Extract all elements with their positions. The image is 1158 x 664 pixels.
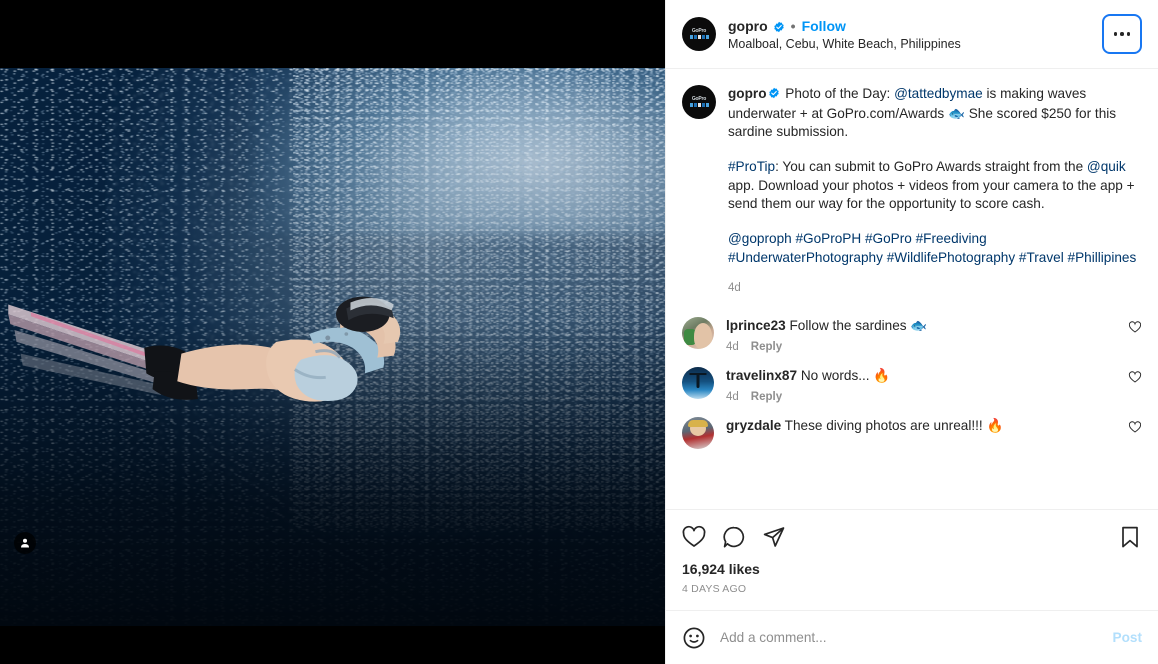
comment-meta: 4d Reply	[726, 391, 1120, 403]
gopro-avatar[interactable]: GoPro	[682, 17, 716, 51]
caption-hashtag-protip[interactable]: #ProTip	[728, 159, 775, 174]
gopro-logo-icon: GoPro	[682, 17, 716, 51]
caption-author-username[interactable]: gopro	[728, 86, 767, 101]
caption-text-d: : You can submit to GoPro Awards straigh…	[775, 159, 1087, 174]
comment-like-button[interactable]	[1128, 420, 1142, 434]
caption-paragraph-3: @goproph #GoProPH #GoPro #Freediving #Un…	[728, 230, 1142, 267]
more-options-button[interactable]	[1102, 14, 1142, 54]
comment-message: These diving photos are unreal!!! 🔥	[781, 418, 1004, 433]
caption-paragraph-1: gopro Photo of the Day: @tattedbymae is …	[728, 85, 1142, 142]
travelinx87-avatar[interactable]	[682, 367, 714, 399]
comment-text: lprince23 Follow the sardines 🐟	[726, 317, 1120, 335]
caption-mention-tattedbymae[interactable]: @tattedbymae	[894, 86, 983, 101]
comment-username[interactable]: lprince23	[726, 318, 786, 333]
post-author-username[interactable]: gopro	[728, 17, 768, 35]
post-header-identity: gopro • Follow	[728, 17, 1102, 35]
caption-paragraph-2: #ProTip: You can submit to GoPro Awards …	[728, 158, 1142, 214]
save-button[interactable]	[1118, 525, 1142, 549]
comment-body: travelinx87 No words... 🔥 4d Reply	[726, 367, 1128, 403]
comment-message: Follow the sardines 🐟	[785, 318, 928, 333]
comment-timestamp: 4d	[726, 341, 739, 353]
caption-text-a: Photo of the Day:	[781, 86, 895, 101]
caption-timestamp: 4d	[728, 282, 741, 294]
emoji-picker-button[interactable]	[682, 626, 706, 650]
comment-username[interactable]: gryzdale	[726, 418, 781, 433]
gopro-logo-icon: GoPro	[682, 85, 716, 119]
ellipsis-dot	[1120, 32, 1124, 36]
comment-reply-button[interactable]: Reply	[751, 391, 782, 403]
caption-body: gopro Photo of the Day: @tattedbymae is …	[728, 85, 1142, 295]
action-icon-row	[682, 516, 1142, 558]
post-caption: GoPro gopro Photo of the Day: @tattedbym…	[666, 69, 1158, 299]
comment-like-button[interactable]	[1128, 320, 1142, 334]
comment-like-button[interactable]	[1128, 370, 1142, 384]
post-actions: 16,924 likes 4 DAYS AGO	[666, 509, 1158, 610]
comment-item: lprince23 Follow the sardines 🐟 4d Reply	[666, 299, 1158, 353]
instagram-post: GoPro gopro • Follow Moalboal, Cebu, Whi…	[0, 0, 1158, 664]
comment-message: No words... 🔥	[797, 368, 891, 383]
follow-button[interactable]: Follow	[802, 17, 846, 35]
verified-badge-icon	[768, 86, 780, 105]
post-comment-button[interactable]: Post	[1103, 630, 1142, 645]
header-separator: •	[790, 17, 796, 34]
tagged-people-badge[interactable]	[14, 532, 36, 554]
add-comment-input[interactable]	[720, 630, 1103, 645]
post-photo[interactable]	[0, 68, 665, 626]
post-header-text: gopro • Follow Moalboal, Cebu, White Bea…	[728, 17, 1102, 52]
comment-username[interactable]: travelinx87	[726, 368, 797, 383]
share-button[interactable]	[762, 525, 786, 549]
post-location[interactable]: Moalboal, Cebu, White Beach, Philippines	[728, 36, 1102, 52]
post-timestamp: 4 DAYS AGO	[682, 583, 747, 595]
comment-text: travelinx87 No words... 🔥	[726, 367, 1120, 385]
comment-body: lprince23 Follow the sardines 🐟 4d Reply	[726, 317, 1128, 353]
post-media-pane[interactable]	[0, 0, 665, 664]
gryzdale-avatar[interactable]	[682, 417, 714, 449]
verified-badge-icon	[773, 20, 785, 32]
caption-text-e: app. Download your photos + videos from …	[728, 177, 1135, 212]
comment-reply-button[interactable]: Reply	[751, 341, 782, 353]
ellipsis-dot	[1126, 32, 1131, 36]
add-comment-bar: Post	[666, 610, 1158, 664]
comment-body: gryzdale These diving photos are unreal!…	[726, 417, 1128, 435]
caption-mention-quik[interactable]: @quik	[1087, 159, 1126, 174]
freediver-figure	[0, 269, 412, 436]
caption-author-avatar[interactable]: GoPro	[682, 85, 716, 119]
comment-button[interactable]	[722, 525, 746, 549]
like-button[interactable]	[682, 525, 706, 549]
ellipsis-dot	[1113, 32, 1118, 36]
post-header: GoPro gopro • Follow Moalboal, Cebu, Whi…	[666, 0, 1158, 69]
comment-item: gryzdale These diving photos are unreal!…	[666, 403, 1158, 449]
comment-timestamp: 4d	[726, 391, 739, 403]
comment-item: travelinx87 No words... 🔥 4d Reply	[666, 353, 1158, 403]
comments-scroll-area[interactable]: GoPro gopro Photo of the Day: @tattedbym…	[666, 69, 1158, 509]
caption-hashtags[interactable]: @goproph #GoProPH #GoPro #Freediving #Un…	[728, 231, 1136, 265]
caption-emoji-fish: 🐟	[948, 105, 965, 121]
likes-count[interactable]: 16,924 likes	[682, 560, 1142, 578]
comment-text: gryzdale These diving photos are unreal!…	[726, 417, 1120, 435]
lprince23-avatar[interactable]	[682, 317, 714, 349]
comment-meta: 4d Reply	[726, 341, 1120, 353]
post-details-pane: GoPro gopro • Follow Moalboal, Cebu, Whi…	[665, 0, 1158, 664]
